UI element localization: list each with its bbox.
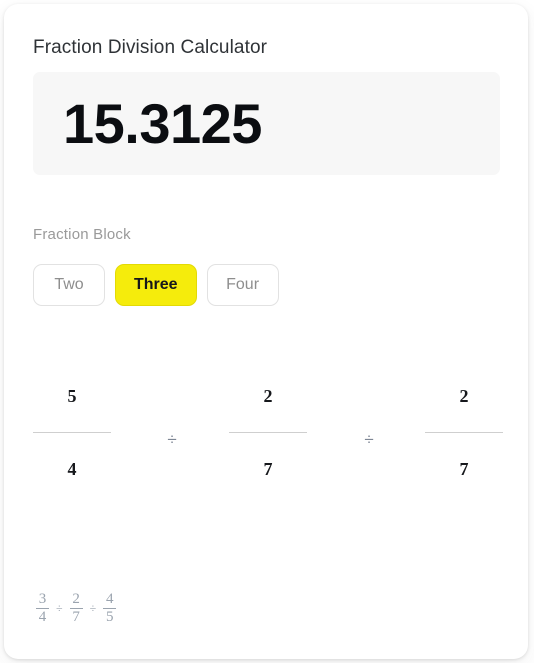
fraction-block-label: Fraction Block [33, 226, 131, 243]
footer-fraction-3-numerator: 4 [105, 591, 114, 607]
fraction-2-denominator[interactable]: 7 [229, 455, 307, 483]
calculator-card: Fraction Division Calculator 15.3125 Fra… [4, 4, 528, 659]
fraction-2-bar [229, 432, 307, 433]
footer-formula: 3 4 ÷ 2 7 ÷ 4 5 [36, 591, 117, 625]
block-option-two[interactable]: Two [33, 264, 105, 306]
footer-fraction-2: 2 7 [69, 591, 83, 625]
footer-operator-1: ÷ [56, 601, 63, 615]
fraction-input-1[interactable]: 5 4 [33, 382, 111, 483]
fraction-1-denominator[interactable]: 4 [33, 455, 111, 483]
footer-fraction-1-numerator: 3 [38, 591, 47, 607]
footer-operator-2: ÷ [89, 601, 97, 615]
fraction-3-bar [425, 432, 503, 433]
fraction-1-numerator[interactable]: 5 [33, 382, 111, 410]
footer-fraction-1-denominator: 4 [38, 609, 47, 625]
result-value: 15.3125 [63, 92, 262, 155]
footer-fraction-1: 3 4 [36, 592, 49, 625]
footer-fraction-3: 4 5 [103, 591, 117, 625]
result-panel: 15.3125 [33, 72, 500, 175]
fraction-3-denominator[interactable]: 7 [425, 455, 503, 483]
fraction-input-2[interactable]: 2 7 [229, 382, 307, 483]
division-operator-1: ÷ [167, 430, 177, 449]
fraction-input-3[interactable]: 2 7 [425, 382, 503, 483]
block-option-three[interactable]: Three [115, 264, 197, 306]
division-operator-2: ÷ [364, 430, 374, 449]
fraction-3-numerator[interactable]: 2 [425, 382, 503, 410]
footer-fraction-2-numerator: 2 [72, 591, 80, 607]
fraction-1-bar [33, 432, 111, 433]
footer-fraction-2-denominator: 7 [72, 609, 80, 625]
block-option-four[interactable]: Four [206, 264, 279, 306]
fraction-block-options: Two Three Four [33, 264, 279, 306]
page-title: Fraction Division Calculator [33, 37, 268, 58]
fraction-2-numerator[interactable]: 2 [229, 382, 307, 410]
footer-fraction-3-denominator: 5 [105, 609, 114, 625]
fraction-inputs-row: 5 4 ÷ 2 7 ÷ 2 7 [4, 382, 528, 502]
